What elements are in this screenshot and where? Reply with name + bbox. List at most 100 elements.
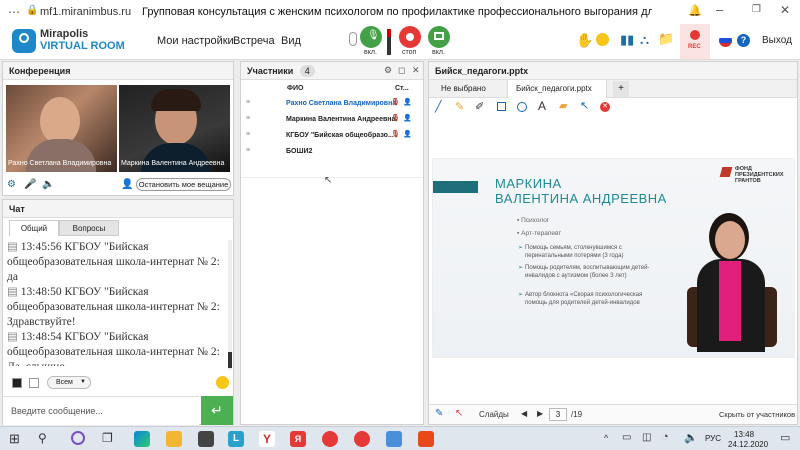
person-hair [151, 89, 201, 111]
browser-titlebar: ⋯ 🔒 mf1.miranimbus.ru Групповая консульт… [0, 0, 800, 24]
chat-scrollbar[interactable] [228, 240, 232, 370]
clock-date[interactable]: 24.12.2020 [728, 440, 768, 449]
page-input[interactable]: 3 [549, 408, 567, 421]
video-tile-1[interactable]: Рахно Светлана Владимировна [6, 85, 117, 172]
slides-label[interactable]: Слайды [479, 410, 509, 419]
photos-icon[interactable] [386, 431, 402, 447]
participant-row[interactable]: ≡ БОШИ2 [241, 145, 421, 161]
laser-pointer-icon[interactable]: ↖ [455, 408, 463, 419]
microphone-button[interactable]: 🎙 [360, 26, 382, 48]
pen-icon[interactable]: ╱ [435, 100, 442, 113]
volume-icon[interactable]: 🔈 [684, 431, 698, 444]
language-indicator[interactable]: РУС [705, 434, 721, 443]
participant-row[interactable]: ≡ КГБОУ "Бийская общеобразо... 🎙 👤 [241, 129, 421, 145]
store-icon[interactable] [198, 431, 214, 447]
explorer-icon[interactable] [166, 431, 182, 447]
menu-icon[interactable]: ⋯ [8, 5, 20, 19]
emoji-icon[interactable] [216, 376, 229, 389]
alice-icon[interactable] [71, 431, 85, 445]
close-icon[interactable]: ✕ [412, 65, 420, 76]
opera-icon[interactable] [322, 431, 338, 447]
record-button[interactable] [399, 26, 421, 48]
speaker-icon[interactable]: 🔈 [42, 179, 54, 190]
clock-time[interactable]: 13:48 [734, 430, 754, 439]
highlighter-icon[interactable]: ▰ [559, 99, 567, 112]
opera-gx-icon[interactable] [354, 431, 370, 447]
folder-icon[interactable]: 📁 [658, 31, 674, 47]
wifi-icon[interactable]: ◔ [662, 431, 669, 443]
task-view-icon[interactable]: ❐ [102, 431, 113, 445]
tab-questions[interactable]: Вопросы [59, 220, 119, 236]
tab-none[interactable]: Не выбрано [441, 84, 486, 93]
menu-view[interactable]: Вид [281, 35, 301, 47]
prev-slide-icon[interactable]: ◀ [521, 409, 527, 418]
screen-share-button[interactable] [428, 26, 450, 48]
presentation-app-icon[interactable] [418, 431, 434, 447]
text-icon[interactable]: A [538, 99, 546, 113]
message-time: 13:48:54 [20, 331, 62, 343]
raise-hand-icon[interactable]: ✋ [576, 32, 593, 49]
exit-button[interactable]: Выход [762, 35, 792, 46]
circle-icon[interactable] [517, 102, 527, 112]
windows-start-icon[interactable]: ⊞ [9, 431, 20, 447]
search-icon[interactable]: ⚲ [38, 431, 47, 445]
drag-handle-icon[interactable]: ≡ [246, 147, 250, 154]
mic-settings-icon[interactable]: 🎤 [24, 179, 36, 190]
pencil-icon[interactable]: ✎ [455, 100, 464, 113]
audience-select[interactable]: Всем ▼ [47, 376, 91, 389]
drag-handle-icon[interactable]: ≡ [246, 115, 250, 122]
participants-count: 4 [299, 65, 315, 77]
drag-handle-icon[interactable]: ≡ [246, 99, 250, 106]
bg-color-icon[interactable] [29, 378, 39, 388]
marker-icon[interactable]: ✐ [475, 100, 484, 113]
next-slide-icon[interactable]: ▶ [537, 409, 543, 418]
emoji-icon[interactable] [596, 33, 609, 46]
slide-name-line1: МАРКИНА [495, 176, 562, 191]
brush-icon[interactable]: ✎ [435, 408, 443, 419]
show-hidden-icons[interactable]: ^ [604, 433, 608, 443]
yandex-browser-icon[interactable]: Я [290, 431, 306, 447]
tab-file[interactable]: Бийск_педагоги.pptx [507, 80, 607, 98]
add-tab-button[interactable]: + [613, 81, 629, 97]
clear-icon[interactable]: ✕ [600, 102, 610, 112]
video-tile-2[interactable]: Маркина Валентина Андреевна [119, 85, 230, 172]
chat-input[interactable]: Введите сообщение... [3, 396, 199, 425]
help-icon[interactable]: ? [737, 34, 750, 47]
text-color-icon[interactable] [12, 378, 22, 388]
camera-settings-icon[interactable]: ⚙ [7, 179, 16, 190]
bullet-text: Помощь семьям, столкнувшимся с перинатал… [525, 245, 624, 259]
close-icon[interactable]: ✕ [780, 3, 790, 17]
l-app-icon[interactable]: L [228, 431, 244, 447]
battery-icon[interactable]: ▭ [622, 432, 631, 443]
rec-dot-icon [690, 30, 700, 40]
edge-icon[interactable] [134, 431, 150, 447]
stop-broadcast-button[interactable]: Остановить мое вещание [136, 178, 231, 191]
person-face [40, 97, 80, 145]
yandex-icon[interactable]: Y [259, 431, 275, 447]
hide-from-participants[interactable]: Скрыть от участников [719, 410, 795, 419]
participant-row[interactable]: ≡ Маркина Валентина Андреевна 🎙 👤 [241, 113, 421, 129]
notifications-icon[interactable]: ▭ [780, 431, 790, 444]
network-icon[interactable]: ⛬ [640, 32, 649, 48]
menu-my-settings[interactable]: Мои настройки [157, 35, 234, 47]
participant-name: Рахно Светлана Владимировна [286, 100, 397, 107]
drag-handle-icon[interactable]: ≡ [246, 131, 250, 138]
maximize-icon[interactable]: ❐ [752, 4, 761, 15]
gear-icon[interactable]: ⚙ [384, 65, 392, 76]
minimize-icon[interactable]: – [716, 2, 723, 17]
url-text[interactable]: mf1.miranimbus.ru [40, 6, 131, 18]
scrollbar-thumb[interactable] [228, 352, 232, 368]
rectangle-icon[interactable] [497, 102, 506, 111]
toggle-icon[interactable] [349, 32, 357, 46]
menu-meeting[interactable]: Встреча [233, 35, 275, 47]
russian-flag-icon[interactable] [719, 34, 732, 47]
send-button[interactable]: ↵ [201, 396, 233, 425]
bell-icon[interactable]: 🔔 [688, 4, 702, 17]
tab-general[interactable]: Общий [9, 220, 59, 236]
chart-icon[interactable]: ▮▮ [620, 32, 634, 48]
pointer-icon[interactable]: ↖ [580, 99, 589, 112]
network-icon[interactable]: ◫ [642, 432, 651, 443]
participant-row[interactable]: ≡ Рахно Светлана Владимировна 🎙 👤 [241, 97, 421, 113]
logo-icon [12, 29, 36, 53]
popout-icon[interactable]: ◻ [398, 65, 405, 76]
